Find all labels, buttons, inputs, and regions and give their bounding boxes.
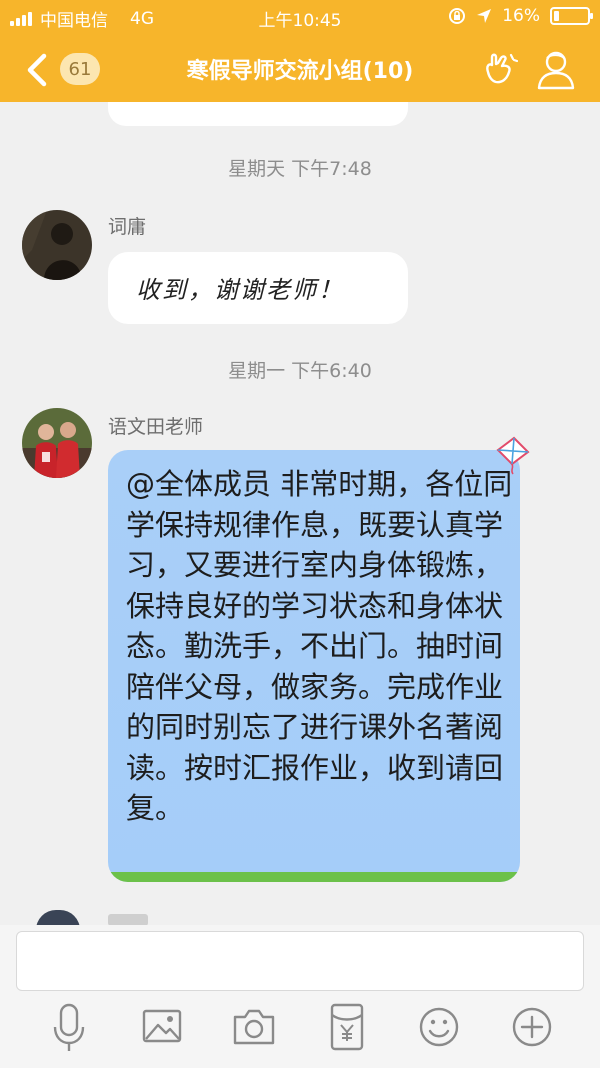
battery-fill <box>554 11 559 21</box>
image-icon[interactable] <box>139 1001 185 1053</box>
composer <box>0 925 600 1068</box>
battery-icon <box>550 7 593 25</box>
chat-title: 寒假导师交流小组(10) <box>186 59 414 84</box>
hand-gesture-icon[interactable] <box>480 50 518 88</box>
sender-name: 语文田老师 <box>108 416 204 438</box>
status-bar: 中国电信 4G 上午10:45 16% <box>0 0 600 34</box>
message-bubble[interactable]: @全体成员 非常时期，各位同学保持规律作息，既要认真学习，又要进行室内身体锻炼，… <box>108 450 520 882</box>
emoji-icon[interactable] <box>416 1001 462 1053</box>
back-arrow-icon[interactable] <box>20 50 60 90</box>
sender-name: 词庸 <box>108 216 147 238</box>
bubble-decoration <box>108 872 520 882</box>
message-text: 收到，谢谢老师！ <box>136 276 344 304</box>
toolbar <box>0 1001 600 1059</box>
avatar[interactable] <box>36 910 80 925</box>
red-packet-icon[interactable] <box>324 1001 370 1053</box>
plus-icon[interactable] <box>509 1001 555 1053</box>
timestamp-divider: 星期一 下午6:40 <box>228 360 372 382</box>
message-bubble[interactable]: 收到，谢谢老师！ <box>108 252 408 324</box>
unread-count-badge[interactable]: 61 <box>60 53 100 85</box>
avatar[interactable] <box>22 408 92 478</box>
kite-icon <box>496 436 530 475</box>
location-icon <box>477 9 492 23</box>
battery-percent: 16% <box>502 6 540 26</box>
lock-rotation-icon <box>449 8 466 24</box>
sender-name <box>108 914 148 925</box>
header: 中国电信 4G 上午10:45 16% 61 寒假导师交流小组(10) <box>0 0 600 102</box>
timestamp-divider: 星期天 下午7:48 <box>228 158 372 180</box>
nav-bar: 61 寒假导师交流小组(10) <box>0 36 600 100</box>
microphone-icon[interactable] <box>46 1001 92 1053</box>
message-text: @全体成员 非常时期，各位同学保持规律作息，既要认真学习，又要进行室内身体锻炼，… <box>126 467 513 825</box>
group-members-icon[interactable] <box>533 46 579 92</box>
camera-icon[interactable] <box>231 1001 277 1053</box>
message-list[interactable]: 星期天 下午7:48 词庸 收到，谢谢老师！ 星期一 下午6:40 语文田老师 … <box>0 102 600 925</box>
avatar[interactable] <box>22 210 92 280</box>
previous-message-bubble[interactable] <box>108 102 408 126</box>
message-input[interactable] <box>16 931 584 991</box>
